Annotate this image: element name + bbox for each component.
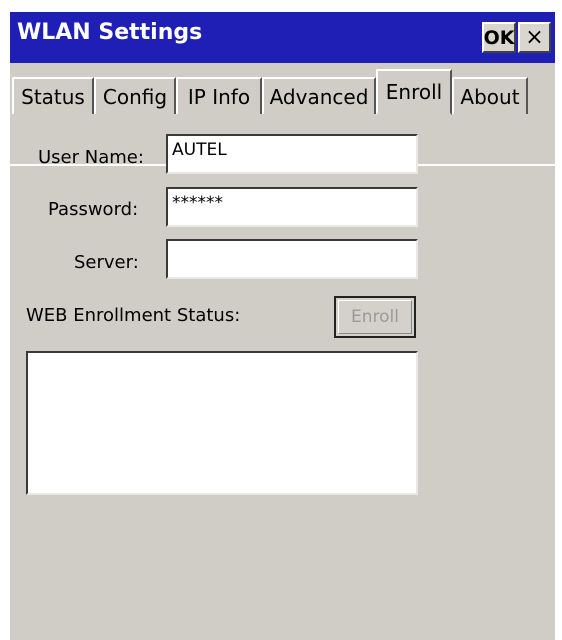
wlan-settings-window: WLAN Settings OK × Status Config IP Info… xyxy=(10,12,555,640)
tab-status[interactable]: Status xyxy=(12,77,94,114)
ok-button[interactable]: OK xyxy=(482,22,516,53)
enroll-button-bevel xyxy=(338,300,412,334)
username-label: User Name: xyxy=(38,147,144,168)
password-label: Password: xyxy=(48,199,139,220)
tab-ip-info[interactable]: IP Info xyxy=(176,77,262,114)
tab-config[interactable]: Config xyxy=(94,77,176,114)
enroll-button[interactable]: Enroll xyxy=(334,296,416,338)
enrollment-status-box[interactable] xyxy=(26,351,418,495)
tab-about[interactable]: About xyxy=(452,77,528,114)
close-button[interactable]: × xyxy=(518,22,551,53)
password-field[interactable]: ****** xyxy=(166,187,418,227)
enrollment-status-label: WEB Enrollment Status: xyxy=(26,305,241,326)
tab-advanced[interactable]: Advanced xyxy=(262,77,376,114)
close-icon: × xyxy=(525,25,544,50)
username-field[interactable]: AUTEL xyxy=(166,134,418,174)
server-field[interactable] xyxy=(166,239,418,279)
server-label: Server: xyxy=(74,252,139,273)
title-bar: WLAN Settings OK × xyxy=(10,12,555,63)
tab-strip: Status Config IP Info Advanced Enroll Ab… xyxy=(10,63,555,166)
window-title: WLAN Settings xyxy=(17,20,203,45)
tab-enroll[interactable]: Enroll xyxy=(376,69,452,115)
